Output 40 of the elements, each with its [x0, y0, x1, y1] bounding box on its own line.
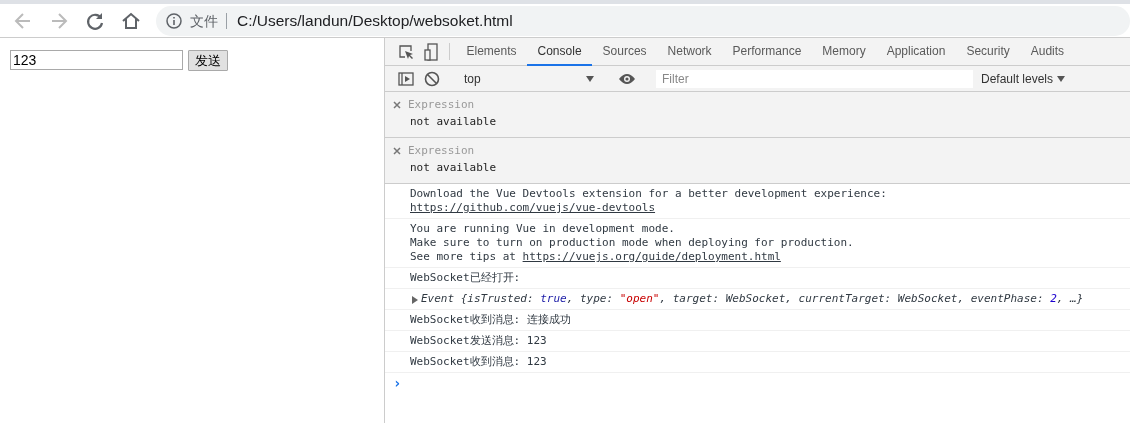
- message-input-field[interactable]: 123: [10, 50, 183, 70]
- dropdown-caret-icon: [586, 75, 594, 82]
- link[interactable]: https://github.com/vuejs/vue-devtools: [410, 201, 656, 214]
- link[interactable]: https://vuejs.org/guide/deployment.html: [522, 250, 781, 263]
- console-message-line: Download the Vue Devtools extension for a better development experience:: [410, 187, 888, 201]
- close-icon[interactable]: [393, 146, 401, 155]
- close-icon[interactable]: [393, 100, 401, 109]
- eye-icon[interactable]: [618, 72, 636, 85]
- console-message-line: WebSocket已经打开:: [410, 271, 522, 285]
- event-object-preview[interactable]: Event {isTrusted: true, type: "open", target: WebSocket, currentTarget: WebSocket, eventPhase: 2, …}: [421, 292, 1084, 305]
- devtools-tab[interactable]: Sources: [592, 38, 658, 66]
- devtools-tab[interactable]: Security: [955, 38, 1021, 66]
- console-message-line: You are running Vue in development mode.: [410, 222, 676, 236]
- expand-triangle-icon[interactable]: [412, 296, 418, 304]
- expression-value: not available: [410, 115, 497, 128]
- device-toolbar-icon[interactable]: [424, 42, 438, 61]
- info-icon[interactable]: [166, 12, 182, 29]
- devtools-tab[interactable]: Memory: [811, 38, 877, 66]
- console-message-line: WebSocket收到消息: 连接成功: [410, 313, 572, 327]
- console-message-line: See more tips at https://vuejs.org/guide/deployment.html: [410, 250, 782, 264]
- send-button[interactable]: 发送: [188, 50, 228, 71]
- console-message-line: WebSocket收到消息: 123: [410, 355, 548, 369]
- devtools-tab[interactable]: Performance: [722, 38, 812, 66]
- console-message-line: WebSocket发送消息: 123: [410, 334, 548, 348]
- address-scheme: 文件: [190, 12, 227, 29]
- devtools-tab[interactable]: Elements: [456, 38, 528, 66]
- expression-value: not available: [410, 161, 497, 174]
- context-selector[interactable]: top: [458, 71, 600, 86]
- devtools-tab[interactable]: Application: [876, 38, 956, 66]
- log-levels-dropdown[interactable]: Default levels: [981, 71, 1054, 86]
- console-prompt[interactable]: ›: [393, 375, 402, 391]
- inspect-icon[interactable]: [398, 43, 414, 60]
- clear-console-icon[interactable]: [424, 70, 440, 87]
- devtools-tab[interactable]: Audits: [1020, 38, 1075, 66]
- filter-field[interactable]: Filter: [656, 69, 973, 88]
- console-message-line: Make sure to turn on production mode when deploying for production.: [410, 236, 855, 250]
- dropdown-caret-icon: [1057, 75, 1066, 82]
- devtools-tab[interactable]: Network: [657, 38, 723, 66]
- sidebar-toggle-icon[interactable]: [398, 71, 414, 86]
- address-bar-url[interactable]: C:/Users/landun/Desktop/websoket.html: [237, 11, 513, 30]
